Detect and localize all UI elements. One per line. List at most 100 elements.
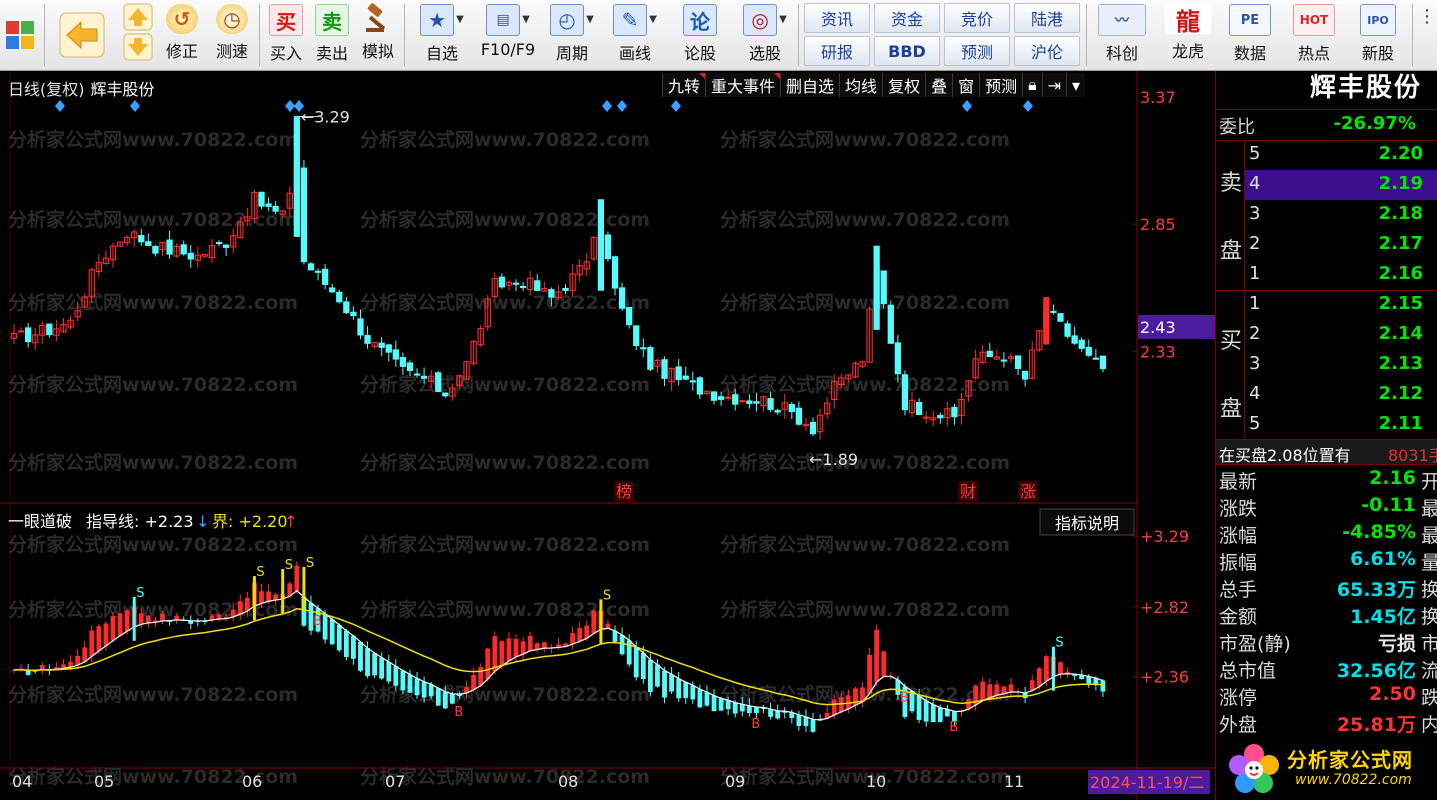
indicator-bar [754,707,759,713]
kline-chart[interactable]: 分析家公式网www.70822.com 分析家公式网www.70822.com 分析… [0,71,1215,800]
chevron-down-icon[interactable]: ▼ [456,14,464,25]
moving-average-button[interactable]: 均线 [839,73,883,97]
chevron-down-icon[interactable]: ▼ [586,14,594,25]
event-diamond-icon [285,100,295,112]
watchlist-button[interactable]: ★ ▼ 自选 [414,2,470,68]
quote-row: 涨幅 -4.85% 最 [1216,519,1437,547]
f10-button[interactable]: ▤ ▼ F10/F9 [478,2,538,68]
indicator-bar [110,616,116,641]
draw-pencil-icon: ✎ [613,4,648,36]
chart-area[interactable]: 分析家公式网www.70822.com 分析家公式网www.70822.com 分析… [0,71,1215,800]
ipo-button[interactable]: IPO 新股 [1350,2,1406,68]
candle-body [180,244,187,255]
predict-button[interactable]: 预测 [979,73,1023,97]
signal-label: B [313,614,322,629]
quote-label: 涨幅 [1219,525,1258,547]
bid-row[interactable]: 2 2.14 [1245,320,1437,350]
funds-button[interactable]: 资金 [874,3,940,33]
dragon-tiger-button[interactable]: 龍 龙虎 [1160,2,1216,68]
ask-row[interactable]: 1 2.16 [1245,260,1437,290]
watermark-text: 分析家公式网www.70822.com [720,128,1010,151]
indicator-bar [655,664,660,687]
discuss-icon: 论 [683,4,717,36]
hk-connect-button[interactable]: 陆港 [1014,3,1080,33]
indicator-help-button[interactable]: 指标说明 [1055,514,1119,533]
chevron-down-icon[interactable]: ▼ [522,14,530,25]
event-diamond-icon [617,100,627,112]
candle-body [512,282,520,285]
news-button[interactable]: 资讯 [804,3,870,33]
major-events-button[interactable]: 重大事件 [705,73,781,97]
bid-row[interactable]: 4 2.12 [1245,380,1437,410]
ask-row[interactable]: 2 2.17 [1245,230,1437,260]
research-button[interactable]: 研报 [804,36,870,66]
quote-row: 市盈(静) 亏损市 [1216,627,1437,655]
data-button[interactable]: PE 数据 [1222,2,1278,68]
candle-body [661,359,668,379]
shanghai-london-button[interactable]: 沪伦 [1014,36,1080,66]
quote-label: 涨跌 [1219,498,1258,520]
quote-label-truncated: 换 [1421,606,1437,628]
overlay-button[interactable]: 叠 [925,73,953,97]
ask-row[interactable]: 3 2.18 [1245,200,1437,230]
sell-button[interactable]: 卖 卖出 [312,2,352,68]
signal-label: S [306,556,314,571]
ask-row[interactable]: 5 2.20 [1245,140,1437,170]
draw-line-button[interactable]: ✎ ▼ 画线 [606,2,664,68]
indicator-tick-label: +2.82 [1140,598,1189,617]
main-toolbar: ↺ 修正 ◷ 测速 买 买入 卖 卖出 模拟 ★▼ 自选 ▤▼ F10/F9 [0,0,1437,71]
period-button[interactable]: ◴ ▼ 周期 [544,2,600,68]
stock-name-label: 辉丰股份 [90,80,155,99]
ask-book: 5 2.20 4 2.19 3 2.18 2 2.17 1 2.16 [1244,140,1437,290]
adjust-button[interactable]: 复权 [882,73,926,97]
bid-row[interactable]: 1 2.15 [1245,290,1437,320]
bbd-button[interactable]: BBD [874,36,940,66]
event-diamond-icon [671,100,681,112]
nine-turn-button[interactable]: 九转 [662,73,706,97]
forecast-button[interactable]: 预测 [944,36,1010,66]
speed-test-button[interactable]: ◷ 测速 [210,2,254,68]
up-arrow-icon: ↑ [284,512,297,531]
quote-label-truncated: 内 [1421,714,1437,736]
ask-price: 2.18 [1378,203,1423,224]
candle-body [413,373,421,376]
stock-pick-button[interactable]: ◎ ▼ 选股 [736,2,794,68]
more-icon[interactable]: ⋮ [1418,6,1436,27]
indicator-bar [400,670,406,691]
month-label: 06 [242,772,262,791]
remove-watchlist-button[interactable]: 删自选 [780,73,840,97]
indicator-bar [640,652,646,679]
fix-button[interactable]: ↺ 修正 [162,2,202,68]
ask-row[interactable]: 4 2.19 [1245,170,1437,200]
bid-row[interactable]: 3 2.13 [1245,350,1437,380]
auction-button[interactable]: 竞价 [944,3,1010,33]
kechuang-button[interactable]: 〰 科创 [1094,2,1150,68]
indicator-bar [365,648,370,676]
candle-body [300,167,308,263]
windows-logo-button[interactable] [2,2,38,68]
simulate-button[interactable]: 模拟 [358,2,398,68]
candle-body [732,394,739,405]
collapse-panel-icon[interactable]: ⇥ [1041,73,1067,97]
up-down-buttons[interactable] [120,2,156,68]
indicator-bar [725,700,731,710]
indicator-bar [89,630,95,657]
window-button[interactable]: 窗 [952,73,980,97]
ask-level: 5 [1249,143,1261,164]
buy-button[interactable]: 买 买入 [266,2,306,68]
period-label[interactable]: 日线(复权) [8,80,85,99]
chevron-down-icon[interactable]: ▼ [779,14,787,25]
bid-row[interactable]: 5 2.11 [1245,410,1437,440]
watermark-text: 分析家公式网www.70822.com [360,128,650,151]
hot-button[interactable]: HOT 热点 [1284,2,1344,68]
indicator-bar [145,615,151,623]
back-button[interactable] [56,2,108,68]
watermark-text: 分析家公式网www.70822.com [360,291,650,314]
discuss-button[interactable]: 论 论股 [676,2,724,68]
lock-icon[interactable]: 🔒︎ [1022,73,1042,97]
order-ratio-row: 委比 -26.97% [1216,109,1437,141]
chevron-down-icon[interactable]: ▼ [649,14,657,25]
chevron-down-icon[interactable]: ▾ [1066,73,1086,97]
indicator-bar [647,659,653,692]
month-label: 07 [385,772,405,791]
